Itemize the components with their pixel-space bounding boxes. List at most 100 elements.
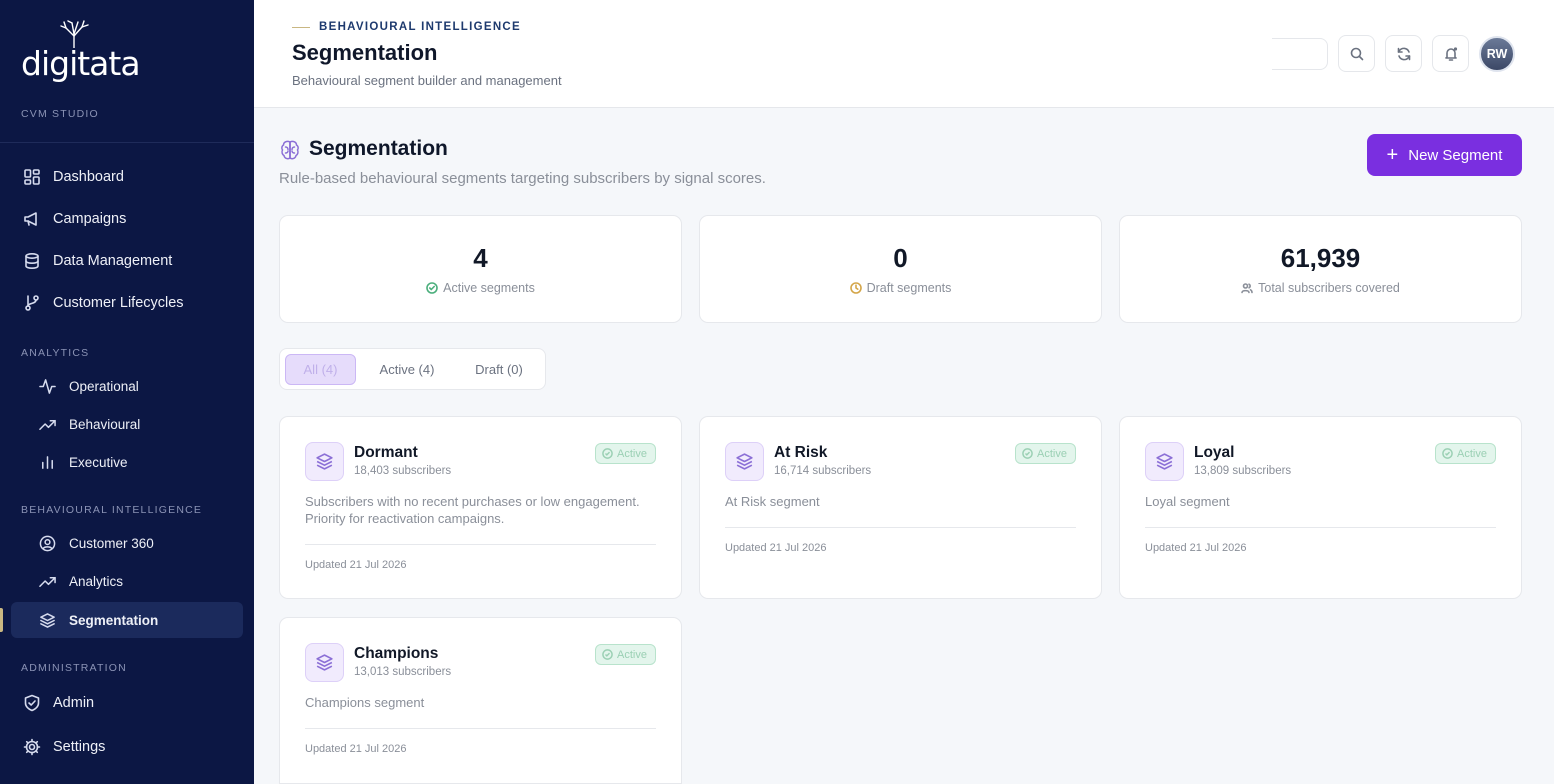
active-indicator	[0, 608, 3, 632]
check-circle-icon	[426, 282, 438, 294]
user-circle-icon	[39, 535, 56, 551]
check-circle-icon	[602, 448, 613, 459]
refresh-button[interactable]	[1385, 35, 1422, 72]
section-label-analytics: ANALYTICS	[21, 347, 90, 359]
stat-label-text: Active segments	[443, 281, 535, 295]
segment-card-at-risk[interactable]: At Risk 16,714 subscribers Active At Ris…	[699, 416, 1102, 599]
status-text: Active	[617, 447, 647, 460]
sidebar-item-behavioural[interactable]: Behavioural	[11, 406, 243, 442]
stat-value: 0	[893, 243, 908, 273]
sidebar-item-segmentation[interactable]: Segmentation	[11, 602, 243, 638]
brain-icon	[281, 140, 299, 160]
segment-card-loyal[interactable]: Loyal 13,809 subscribers Active Loyal se…	[1119, 416, 1522, 599]
stat-card-subscribers: 61,939 Total subscribers covered	[1119, 215, 1522, 323]
header-subtitle: Behavioural segment builder and manageme…	[292, 73, 562, 88]
sidebar-item-label: Customer 360	[69, 535, 154, 551]
segment-icon	[305, 643, 344, 682]
sidebar-item-dashboard[interactable]: Dashboard	[11, 159, 243, 195]
segment-subscribers: 18,403 subscribers	[354, 465, 452, 477]
header-search-field[interactable]	[1272, 38, 1328, 70]
check-circle-icon	[602, 649, 613, 660]
segment-name: Loyal	[1194, 444, 1235, 461]
new-segment-button[interactable]: + New Segment	[1367, 134, 1522, 176]
segment-name: Champions	[354, 645, 439, 662]
sidebar-item-label: Settings	[53, 739, 106, 755]
segment-name: At Risk	[774, 444, 828, 461]
sidebar-item-admin[interactable]: Admin	[11, 685, 243, 721]
section-label-administration: ADMINISTRATION	[21, 662, 127, 674]
sidebar-item-label: Campaigns	[53, 211, 127, 227]
bar-chart-icon	[42, 455, 53, 469]
top-header: BEHAVIOURAL INTELLIGENCE Segmentation Be…	[254, 0, 1554, 108]
page-subtitle: Rule-based behavioural segments targetin…	[279, 170, 766, 187]
user-avatar[interactable]: RW	[1479, 36, 1515, 72]
tab-active[interactable]: Active (4)	[368, 354, 446, 385]
sidebar-item-campaigns[interactable]: Campaigns	[11, 201, 243, 237]
stat-card-draft: 0 Draft segments	[699, 215, 1102, 323]
trending-up-icon	[39, 576, 56, 587]
sidebar-item-operational[interactable]: Operational	[11, 368, 243, 404]
segment-icon	[305, 442, 344, 481]
users-icon	[1241, 283, 1253, 294]
segment-subscribers: 13,809 subscribers	[1194, 465, 1292, 477]
sidebar-item-customer-lifecycles[interactable]: Customer Lifecycles	[11, 285, 243, 321]
megaphone-icon	[24, 212, 37, 226]
plus-icon: +	[1386, 144, 1399, 166]
card-divider	[725, 527, 1076, 528]
stat-value: 4	[473, 243, 488, 273]
tab-all[interactable]: All (4)	[285, 354, 356, 385]
sidebar-item-customer-360[interactable]: Customer 360	[11, 525, 243, 561]
card-divider	[1145, 527, 1496, 528]
sidebar-item-label: Dashboard	[53, 169, 124, 185]
segment-card-dormant[interactable]: Dormant 18,403 subscribers Active Subscr…	[279, 416, 682, 599]
git-branch-icon	[25, 295, 39, 311]
sidebar-divider	[0, 142, 254, 143]
segment-card-champions[interactable]: Champions 13,013 subscribers Active Cham…	[279, 617, 682, 784]
baobab-tree-icon	[60, 20, 89, 48]
sidebar-item-label: Data Management	[53, 253, 173, 269]
segment-icon	[725, 442, 764, 481]
check-circle-icon	[1022, 448, 1033, 459]
segment-subscribers: 16,714 subscribers	[774, 465, 872, 477]
sidebar-item-executive[interactable]: Executive	[11, 444, 243, 480]
trending-up-icon	[39, 419, 56, 430]
sidebar-item-label: Operational	[69, 378, 139, 394]
layers-icon	[316, 654, 333, 671]
stat-card-active: 4 Active segments	[279, 215, 682, 323]
card-divider	[305, 544, 656, 545]
notifications-button[interactable]	[1432, 35, 1469, 72]
segment-description: At Risk segment	[725, 494, 820, 509]
tab-draft[interactable]: Draft (0)	[460, 354, 538, 385]
layers-icon	[736, 453, 753, 470]
sidebar-item-settings[interactable]: Settings	[11, 729, 243, 765]
digitata-logo[interactable]: digitata	[21, 20, 141, 83]
sidebar-item-analytics[interactable]: Analytics	[11, 563, 243, 599]
status-text: Active	[1457, 447, 1487, 460]
status-badge: Active	[1015, 443, 1076, 464]
activity-icon	[39, 378, 56, 394]
logo-text: digitata	[21, 44, 141, 83]
segment-name: Dormant	[354, 444, 418, 461]
segment-subscribers: 13,013 subscribers	[354, 666, 452, 678]
page-title: Segmentation	[309, 137, 448, 160]
header-eyebrow: BEHAVIOURAL INTELLIGENCE	[292, 21, 521, 33]
sidebar-item-label: Behavioural	[69, 416, 141, 432]
stat-label: Active segments	[280, 281, 681, 295]
sidebar-item-label: Admin	[53, 695, 95, 711]
segment-icon	[1145, 442, 1184, 481]
refresh-icon	[1397, 47, 1410, 60]
sidebar-item-label: Customer Lifecycles	[53, 295, 184, 311]
sidebar-item-data-management[interactable]: Data Management	[11, 243, 243, 279]
eyebrow-text: BEHAVIOURAL INTELLIGENCE	[319, 21, 522, 33]
segment-updated: Updated 21 Jul 2026	[1145, 542, 1247, 554]
sidebar-item-label: Segmentation	[69, 612, 159, 628]
layers-icon	[316, 453, 333, 470]
status-text: Active	[617, 648, 647, 661]
sidebar-item-label: Analytics	[69, 573, 124, 589]
search-button[interactable]	[1338, 35, 1375, 72]
studio-label: CVM STUDIO	[21, 108, 99, 120]
clock-icon	[849, 282, 862, 294]
segment-updated: Updated 21 Jul 2026	[725, 542, 827, 554]
stat-value: 61,939	[1280, 243, 1361, 273]
segment-description: Champions segment	[305, 695, 425, 710]
